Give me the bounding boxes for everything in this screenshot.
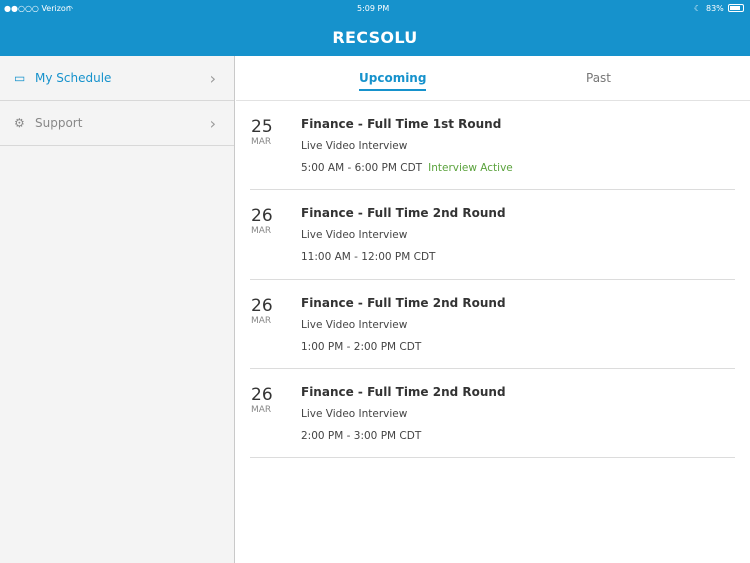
- schedule-panel: Upcoming Past 25 MAR Finance - Full Time…: [236, 56, 750, 563]
- sidebar-item-label: My Schedule: [35, 71, 112, 85]
- date-month: MAR: [251, 226, 272, 237]
- interview-time: 11:00 AM - 12:00 PM CDT: [301, 251, 436, 264]
- interview-time: 1:00 PM - 2:00 PM CDT: [301, 340, 422, 353]
- date-month: MAR: [251, 315, 272, 326]
- date-day: 26: [251, 206, 273, 227]
- interview-time: 2:00 PM - 3:00 PM CDT: [301, 429, 422, 442]
- sidebar-item-my-schedule[interactable]: ▭ My Schedule ›: [0, 56, 234, 101]
- tab-past[interactable]: Past: [586, 71, 611, 85]
- interview-title: Finance - Full Time 1st Round: [301, 117, 502, 131]
- interview-time: 5:00 AM - 6:00 PM CDT: [301, 162, 423, 174]
- interview-title: Finance - Full Time 2nd Round: [301, 384, 506, 399]
- tab-upcoming[interactable]: Upcoming: [359, 71, 427, 91]
- interview-type: Live Video Interview: [301, 318, 408, 331]
- sidebar-item-support[interactable]: ⚙ Support ›: [0, 101, 234, 146]
- date-month: MAR: [251, 137, 272, 147]
- interview-item[interactable]: 25 MAR Finance - Full Time 1st Round Liv…: [250, 101, 735, 191]
- sidebar: ▭ My Schedule › ⚙ Support ›: [0, 56, 235, 563]
- interview-title: Finance - Full Time 2nd Round: [301, 295, 506, 310]
- chevron-right-icon: ›: [209, 113, 216, 133]
- interview-item[interactable]: 26 MAR Finance - Full Time 2nd Round Liv…: [250, 369, 735, 459]
- app-title: RECSOLU: [332, 28, 418, 47]
- calendar-icon: ▭: [14, 71, 26, 85]
- sidebar-item-label: Support: [35, 116, 83, 130]
- interview-item[interactable]: 26 MAR Finance - Full Time 2nd Round Liv…: [250, 280, 735, 369]
- app-header: ●●○○○ Verizon ◠ 5:09 PM ☾ 83% RECSOLU: [0, 0, 750, 56]
- date-day: 26: [251, 295, 273, 316]
- interview-title: Finance - Full Time 2nd Round: [301, 206, 506, 221]
- interview-time-row: 5:00 AM - 6:00 PM CDT Interview Active: [301, 162, 513, 174]
- date-month: MAR: [251, 404, 272, 415]
- carrier: ●●○○○ Verizon: [4, 4, 71, 13]
- interview-item[interactable]: 26 MAR Finance - Full Time 2nd Round Liv…: [250, 190, 735, 280]
- status-bar: ●●○○○ Verizon ◠ 5:09 PM ☾ 83%: [0, 0, 750, 16]
- status-badge: Interview Active: [428, 162, 513, 174]
- chevron-right-icon: ›: [209, 68, 216, 88]
- interview-type: Live Video Interview: [301, 140, 408, 152]
- clock: 5:09 PM: [357, 4, 390, 13]
- tab-bar: Upcoming Past: [236, 56, 750, 101]
- moon-icon: ☾: [694, 4, 702, 13]
- interview-type: Live Video Interview: [301, 407, 408, 420]
- gear-icon: ⚙: [14, 116, 25, 130]
- date-day: 25: [251, 117, 273, 137]
- battery-icon: [728, 4, 744, 12]
- wifi-icon: ◠: [66, 4, 73, 13]
- date-day: 26: [251, 384, 273, 405]
- battery-level: 83%: [706, 4, 724, 13]
- interview-list: 25 MAR Finance - Full Time 1st Round Liv…: [236, 101, 750, 459]
- interview-type: Live Video Interview: [301, 229, 408, 242]
